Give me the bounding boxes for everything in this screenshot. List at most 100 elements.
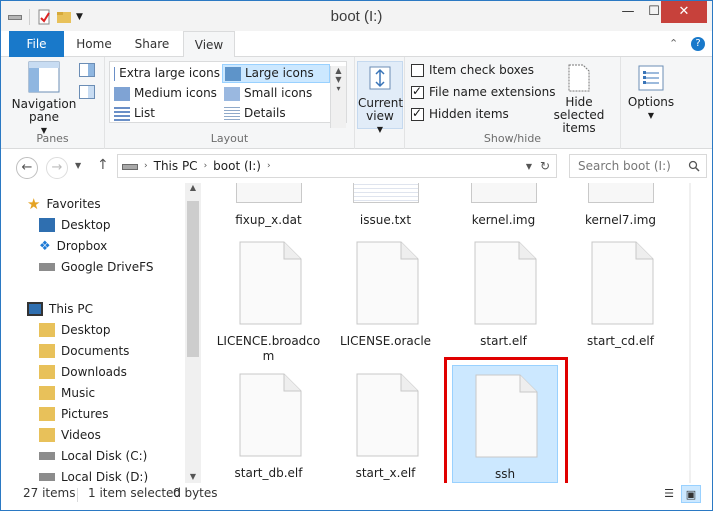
file-name-extensions-toggle[interactable]: File name extensions xyxy=(411,84,556,99)
navigation-pane-button[interactable]: Navigation pane ▼ xyxy=(11,61,77,137)
file-item[interactable]: fixup_x.dat xyxy=(211,183,326,228)
title-bar: ▼ boot (I:) — ☐ ✕ xyxy=(1,1,712,31)
preview-pane-icon[interactable] xyxy=(79,63,95,77)
nav-pane-scrollbar[interactable]: ▲ ▼ xyxy=(185,183,201,483)
current-view-button[interactable]: Current view ▼ xyxy=(357,61,404,134)
layout-small-icons[interactable]: Small icons xyxy=(222,84,330,103)
layout-list[interactable]: List xyxy=(112,104,220,123)
layout-large-icons[interactable]: Large icons xyxy=(222,64,330,83)
file-item[interactable]: start_db.elf xyxy=(211,373,326,481)
status-bar: 27 items 1 item selected 0 bytes ☰ ▣ xyxy=(1,483,712,510)
search-input[interactable]: Search boot (I:) xyxy=(569,154,707,178)
details-pane-icon[interactable] xyxy=(79,85,95,99)
file-item[interactable]: LICENCE.broadcom xyxy=(211,241,326,364)
options-icon xyxy=(638,65,664,91)
arrow-left-icon: ← xyxy=(21,160,33,175)
current-view-label: Current view xyxy=(358,96,404,123)
collapse-ribbon-icon[interactable]: ⌃ xyxy=(669,37,678,50)
file-pane-scrollbar[interactable]: ▲ ▼ xyxy=(689,183,691,483)
file-name-extensions-checkbox[interactable] xyxy=(411,84,424,99)
search-placeholder: Search boot (I:) xyxy=(578,159,671,173)
file-item[interactable]: issue.txt xyxy=(328,183,443,228)
chevron-right-icon[interactable]: › xyxy=(204,161,208,171)
file-icon xyxy=(235,183,302,203)
file-icon xyxy=(474,241,536,325)
file-icon xyxy=(587,183,654,203)
layout-gallery-scroll[interactable]: ▲ ▼ ▾ xyxy=(330,66,346,128)
breadcrumb-this-pc[interactable]: This PC xyxy=(154,159,198,173)
file-item[interactable]: kernel.img xyxy=(446,183,561,228)
options-label: Options xyxy=(627,95,675,109)
hide-selected-items-label: Hide selected items xyxy=(553,95,605,135)
help-icon[interactable]: ? xyxy=(691,37,705,51)
panes-group: Navigation pane ▼ Panes xyxy=(1,57,105,149)
nav-this-pc-documents[interactable]: Documents xyxy=(39,341,129,361)
star-icon: ★ xyxy=(27,195,41,213)
address-dropdown-icon[interactable]: ▼ xyxy=(526,162,532,171)
layout-extra-large-icons[interactable]: Extra large icons xyxy=(112,64,220,83)
dropbox-icon: ❖ xyxy=(39,238,51,254)
breadcrumb-boot-drive[interactable]: boot (I:) xyxy=(213,159,261,173)
scroll-up-icon[interactable]: ▲ xyxy=(689,183,691,192)
large-icons-view-toggle[interactable]: ▣ xyxy=(681,485,701,503)
nav-favorites-google-drivefs[interactable]: Google DriveFS xyxy=(39,257,153,277)
search-icon[interactable] xyxy=(688,160,700,172)
minimize-button[interactable]: — xyxy=(613,1,643,23)
layout-details[interactable]: Details xyxy=(222,104,330,123)
hide-selected-items-icon xyxy=(568,64,590,92)
window-title: boot (I:) xyxy=(330,8,383,25)
tab-share[interactable]: Share xyxy=(123,31,181,57)
chevron-down-icon: ▼ xyxy=(376,125,384,134)
scroll-down-icon[interactable]: ▼ xyxy=(185,472,201,481)
file-item[interactable]: start_cd.elf xyxy=(563,241,678,349)
nav-this-pc-local-disk-c[interactable]: Local Disk (C:) xyxy=(39,446,147,466)
file-item[interactable]: start.elf xyxy=(446,241,561,349)
item-check-boxes-checkbox[interactable] xyxy=(411,63,424,77)
status-item-count: 27 items xyxy=(23,486,76,500)
chevron-right-icon[interactable]: › xyxy=(267,161,271,171)
back-button[interactable]: ← xyxy=(16,157,38,179)
nav-this-pc-downloads[interactable]: Downloads xyxy=(39,362,127,382)
details-icon xyxy=(224,106,240,121)
tab-file[interactable]: File xyxy=(9,31,64,57)
address-field[interactable]: › This PC › boot (I:) › ▼ ↻ xyxy=(117,154,557,178)
status-selected: 1 item selected xyxy=(88,486,182,500)
options-button[interactable]: Options ▼ xyxy=(625,63,677,122)
drive-icon xyxy=(39,452,55,460)
scroll-up-icon[interactable]: ▲ xyxy=(185,183,201,192)
nav-favorites-desktop[interactable]: Desktop xyxy=(39,215,111,235)
file-item[interactable]: LICENSE.oracle xyxy=(328,241,443,349)
tab-home[interactable]: Home xyxy=(67,31,121,57)
options-group: Options ▼ xyxy=(621,57,681,149)
nav-favorites[interactable]: ★ Favorites xyxy=(27,194,101,214)
hide-selected-items-button[interactable]: Hide selected items xyxy=(541,63,617,135)
drive-icon xyxy=(39,473,55,481)
list-icon xyxy=(114,106,130,121)
nav-favorites-dropbox[interactable]: ❖ Dropbox xyxy=(39,236,107,256)
hidden-items-toggle[interactable]: Hidden items xyxy=(411,106,509,121)
layout-medium-icons[interactable]: Medium icons xyxy=(112,84,220,103)
chevron-right-icon[interactable]: › xyxy=(144,161,148,171)
nav-this-pc-desktop[interactable]: Desktop xyxy=(39,320,111,340)
file-item[interactable]: kernel7.img xyxy=(563,183,678,228)
file-item[interactable]: start_x.elf xyxy=(328,373,443,481)
item-check-boxes-toggle[interactable]: Item check boxes xyxy=(411,63,534,77)
large-icons-icon xyxy=(225,66,241,81)
nav-this-pc-music[interactable]: Music xyxy=(39,383,95,403)
desktop-icon xyxy=(39,218,55,232)
up-button[interactable]: ↑ xyxy=(97,157,109,173)
refresh-icon[interactable]: ↻ xyxy=(540,159,550,173)
forward-button[interactable]: → xyxy=(46,157,68,179)
tab-view[interactable]: View xyxy=(183,31,235,58)
medium-icons-icon xyxy=(114,86,130,101)
scroll-down-icon[interactable]: ▼ xyxy=(689,472,691,481)
close-button[interactable]: ✕ xyxy=(661,1,707,23)
hidden-items-checkbox[interactable] xyxy=(411,106,424,121)
nav-this-pc-pictures[interactable]: Pictures xyxy=(39,404,109,424)
navigation-pane-icon xyxy=(28,61,60,93)
nav-pane-scroll-thumb[interactable] xyxy=(187,201,199,357)
recent-locations-icon[interactable]: ▼ xyxy=(75,161,81,170)
nav-this-pc-videos[interactable]: Videos xyxy=(39,425,101,445)
details-view-toggle[interactable]: ☰ xyxy=(659,485,679,503)
nav-this-pc[interactable]: This PC xyxy=(27,299,93,319)
